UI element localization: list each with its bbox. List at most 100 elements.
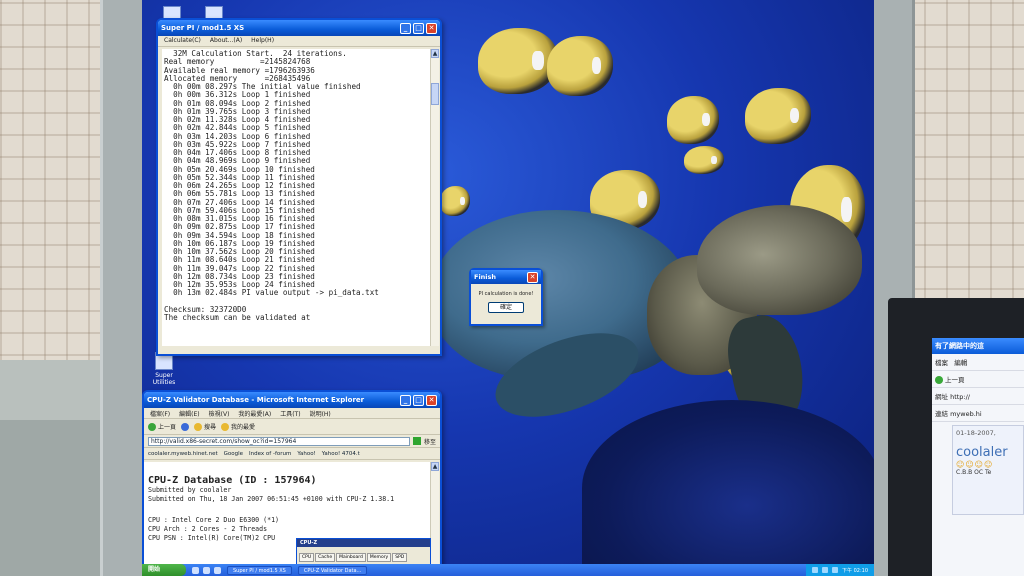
ie-maximize-button[interactable]: □	[413, 394, 424, 406]
address-bar: http://valid.x86-secret.com/show_oc?id=1…	[144, 435, 440, 448]
tab-memory[interactable]: Memory	[366, 553, 392, 562]
fish-12	[440, 186, 470, 216]
tray-icon[interactable]	[832, 567, 838, 573]
address-label: 網址	[935, 393, 948, 401]
quick-launch	[192, 566, 221, 574]
go-arrow-icon[interactable]	[412, 437, 421, 445]
tab-cache[interactable]: Cache	[315, 553, 336, 562]
links-bar: coolaler.myweb.hinet.net Google Index of…	[144, 448, 440, 460]
quick-launch-icon[interactable]	[192, 566, 199, 574]
second-window-title[interactable]: 有了網路中的這	[932, 338, 1024, 354]
menu-about[interactable]: About...(A)	[210, 37, 242, 45]
forum-post-panel: 01-18-2007, coolaler ☺☺☺☺ C.B.B OC Te	[952, 425, 1024, 515]
maximize-button[interactable]: □	[413, 22, 424, 34]
second-window-address: 網址 http://	[932, 388, 1024, 405]
quick-launch-icon[interactable]	[214, 566, 221, 574]
finish-close-button[interactable]: ✕	[527, 271, 538, 283]
log-line: The checksum can be validated at	[164, 313, 311, 322]
clock[interactable]: 下午 02:10	[842, 567, 868, 574]
rating-stars-icon: ☺☺☺☺	[956, 460, 994, 469]
favorites-label: 我的最愛	[231, 424, 256, 431]
taskbar-item-ie[interactable]: CPU-Z Validator Data...	[297, 565, 368, 575]
ie-scrollbar[interactable]: ▲	[430, 462, 439, 574]
fish-2	[547, 36, 613, 96]
tab-mainboard[interactable]: Mainboard	[336, 553, 366, 562]
link-item[interactable]: myweb.hi	[950, 410, 982, 418]
superpi-title: Super PI / mod1.5 XS	[161, 24, 245, 32]
star-icon	[221, 422, 230, 431]
back-button[interactable]: 上一頁	[148, 422, 176, 431]
tray-icon[interactable]	[812, 567, 818, 573]
menu-help[interactable]: Help(H)	[251, 37, 274, 45]
post-date: 01-18-2007,	[956, 429, 996, 437]
scroll-up-arrow-icon[interactable]: ▲	[431, 49, 439, 58]
tab-cpu[interactable]: CPU	[299, 553, 315, 562]
cpu-name: CPU : Intel Core 2 Duo E6300 (*1)	[148, 516, 280, 524]
close-button[interactable]: ✕	[426, 22, 437, 34]
finish-titlebar[interactable]: Finish ✕	[471, 270, 541, 284]
coral-reef	[582, 400, 874, 576]
taskbar-item-superpi[interactable]: Super PI / mod1.5 XS	[227, 565, 292, 575]
quick-launch-icon[interactable]	[203, 566, 210, 574]
link-item[interactable]: Yahoo! 4704.t	[322, 451, 360, 457]
minimize-button[interactable]: _	[400, 22, 411, 34]
ie-toolbar: 上一頁 搜尋 我的最愛	[144, 419, 440, 435]
superpi-window[interactable]: Super PI / mod1.5 XS _ □ ✕ Calculate(C) …	[156, 18, 442, 356]
back-arrow-icon[interactable]	[935, 376, 943, 384]
ie-titlebar[interactable]: CPU-Z Validator Database - Microsoft Int…	[144, 392, 440, 408]
fish-4	[667, 96, 719, 144]
desktop-screen: Super Utilities Super PI / mod1.5 XS _ □…	[142, 0, 874, 576]
finish-title: Finish	[474, 273, 497, 281]
go-label[interactable]: 移至	[424, 437, 436, 446]
menu-edit[interactable]: 編輯	[954, 359, 967, 367]
cpu-arch: CPU Arch : 2 Cores - 2 Threads	[148, 525, 268, 533]
favorites-button[interactable]: 我的最愛	[221, 422, 255, 431]
link-item[interactable]: Index of -forum	[249, 451, 291, 457]
ie-scroll-up-icon[interactable]: ▲	[431, 462, 439, 471]
fish-1	[478, 28, 558, 94]
second-window-toolbar: 上一頁	[932, 371, 1024, 388]
cpuz-tabs: CPU Cache Mainboard Memory SPD	[297, 547, 430, 562]
menu-file[interactable]: 檔案	[935, 359, 948, 367]
link-item[interactable]: coolaler.myweb.hinet.net	[148, 451, 218, 457]
tray-icon[interactable]	[822, 567, 828, 573]
address-input[interactable]: http://valid.x86-secret.com/show_oc?id=1…	[148, 436, 410, 446]
links-label: 連結	[935, 410, 948, 418]
finish-dialog[interactable]: Finish ✕ PI calculation is done! 確定	[469, 268, 543, 326]
second-monitor: 有了網路中的這 檔案 編輯 上一頁 網址 http:// 連結 myweb.hi…	[888, 298, 1024, 576]
ie-close-button[interactable]: ✕	[426, 394, 437, 406]
address-input[interactable]: http://	[950, 393, 970, 401]
tab-spd[interactable]: SPD	[392, 553, 408, 562]
superpi-titlebar[interactable]: Super PI / mod1.5 XS _ □ ✕	[158, 20, 440, 36]
ie-menu-file[interactable]: 檔案(F)	[150, 409, 170, 418]
wall-panel-lower	[0, 420, 110, 576]
turtle-head	[697, 205, 862, 315]
back-label[interactable]: 上一頁	[945, 376, 965, 384]
search-button[interactable]: 搜尋	[194, 422, 216, 431]
ie-minimize-button[interactable]: _	[400, 394, 411, 406]
ie-menu-favorites[interactable]: 我的最愛(A)	[238, 409, 271, 418]
ie-menu-tools[interactable]: 工具(T)	[280, 409, 300, 418]
forward-arrow-icon	[181, 422, 190, 431]
superpi-output-log[interactable]: 32M Calculation Start. 24 iterations. Rea…	[162, 49, 430, 346]
link-item[interactable]: Google	[224, 451, 243, 457]
ie-menu-help[interactable]: 說明(H)	[310, 409, 331, 418]
desktop-icon-super-utilities[interactable]: Super Utilities	[144, 352, 184, 386]
cpuz-title: CPU-Z	[297, 539, 430, 547]
scroll-thumb[interactable]	[431, 83, 439, 105]
desktop-icon-label: Super Utilities	[152, 372, 176, 386]
start-button[interactable]: 開始	[142, 564, 186, 576]
superpi-scrollbar[interactable]: ▲	[430, 49, 439, 346]
link-item[interactable]: Yahoo!	[297, 451, 315, 457]
menu-calculate[interactable]: Calculate(C)	[164, 37, 201, 45]
log-line: 0h 13m 02.484s PI value output -> pi_dat…	[164, 288, 379, 298]
submitted-by: Submitted by coolaler	[148, 486, 232, 494]
fish-3	[745, 88, 811, 144]
finish-message: PI calculation is done!	[478, 291, 534, 297]
forward-button[interactable]	[181, 422, 190, 431]
ie-menu-view[interactable]: 檢視(V)	[209, 409, 230, 418]
superpi-menubar: Calculate(C) About...(A) Help(H)	[158, 36, 440, 47]
ok-button[interactable]: 確定	[488, 302, 524, 313]
ie-menu-edit[interactable]: 編輯(E)	[179, 409, 199, 418]
post-username[interactable]: coolaler	[956, 445, 1020, 460]
